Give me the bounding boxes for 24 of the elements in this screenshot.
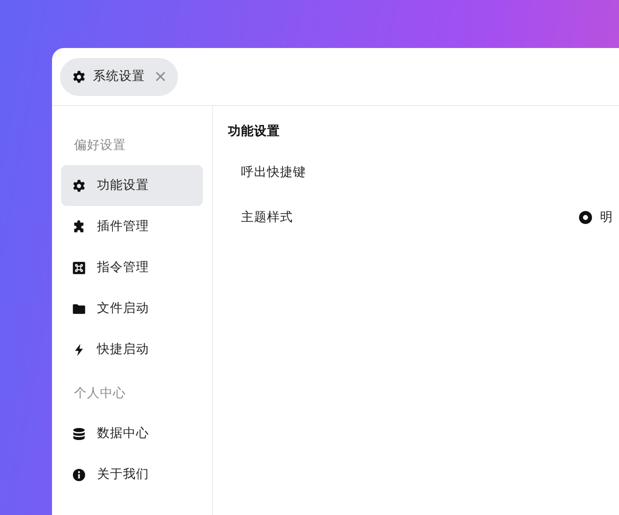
sidebar-item[interactable]: 关于我们 — [61, 454, 203, 495]
section-heading: 偏好设置 — [73, 136, 127, 154]
sidebar-item[interactable]: 功能设置 — [61, 165, 203, 206]
info-icon — [72, 468, 86, 482]
radio-icon[interactable] — [579, 211, 592, 224]
setting-label: 呼出快捷键 — [241, 164, 306, 181]
database-icon — [72, 426, 86, 440]
sidebar-item[interactable]: 插件管理 — [61, 206, 203, 247]
gear-icon — [72, 178, 86, 192]
gear-icon — [72, 70, 86, 84]
bolt-icon — [72, 342, 86, 356]
command-icon — [72, 260, 86, 274]
settings-tab[interactable]: 系统设置 — [60, 58, 178, 96]
sidebar-item[interactable]: 快捷启动 — [61, 329, 203, 370]
sidebar-item[interactable]: 文件启动 — [61, 288, 203, 329]
theme-radio[interactable]: 明 — [579, 209, 613, 226]
section-title: 功能设置 — [228, 123, 281, 140]
close-icon[interactable] — [155, 71, 166, 82]
section-heading: 个人中心 — [73, 384, 127, 402]
folder-icon — [72, 302, 86, 316]
sidebar-item[interactable]: 数据中心 — [61, 413, 203, 454]
puzzle-icon — [72, 220, 86, 234]
setting-label: 主题样式 — [241, 209, 293, 226]
sidebar-item[interactable]: 指令管理 — [61, 247, 203, 288]
